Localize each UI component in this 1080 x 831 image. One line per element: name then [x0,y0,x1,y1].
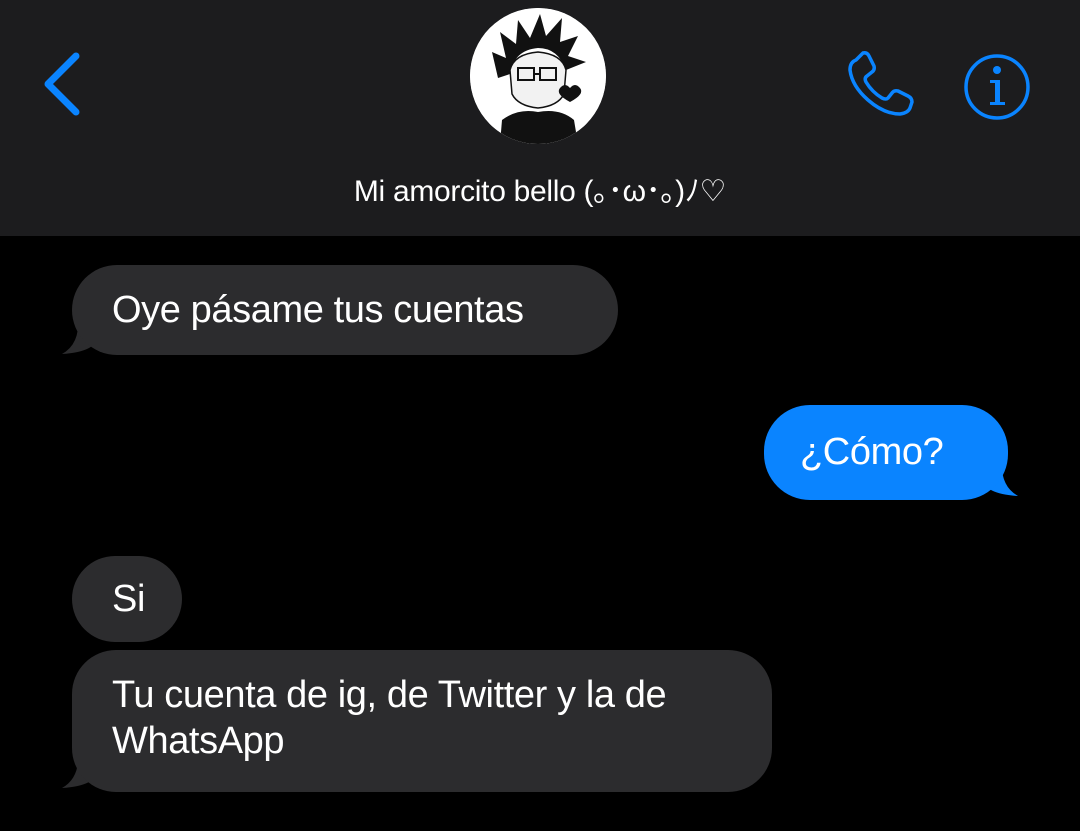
phone-icon [848,51,914,116]
chevron-left-icon [44,52,80,116]
chat-header: Mi amorcito bello (｡･ω･｡)ﾉ♡ [0,0,1080,236]
message-bubble-received[interactable]: Tu cuenta de ig, de Twitter y la de What… [72,650,772,792]
message-bubble-sent[interactable]: ¿Cómo? [764,405,1008,500]
message-bubble-received[interactable]: Si [72,556,182,642]
info-icon [964,54,1030,120]
back-button[interactable] [36,48,96,118]
avatar-image [470,8,606,144]
contact-name[interactable]: Mi amorcito bello (｡･ω･｡)ﾉ♡ [0,166,1080,210]
contact-avatar[interactable] [470,8,606,144]
message-bubble-received[interactable]: Oye pásame tus cuentas [72,265,618,355]
info-button[interactable] [962,52,1032,122]
call-button[interactable] [842,50,918,120]
